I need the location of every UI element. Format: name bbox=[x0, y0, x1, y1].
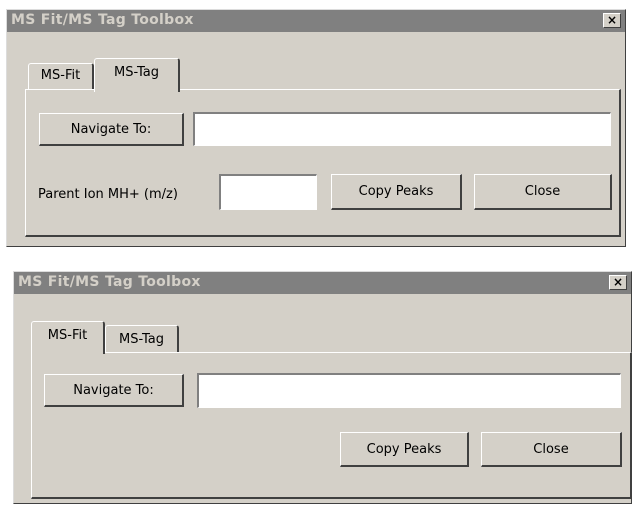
parent-ion-label: Parent Ion MH+ (m/z) bbox=[38, 187, 178, 202]
tab-ms-tag[interactable]: MS-Tag bbox=[94, 58, 180, 92]
close-window-button[interactable]: × bbox=[609, 275, 627, 290]
parent-ion-input[interactable] bbox=[219, 174, 317, 210]
tab-label: MS-Fit bbox=[47, 328, 88, 343]
title-bar[interactable]: MS Fit/MS Tag Toolbox × bbox=[7, 10, 625, 32]
tab-ms-fit[interactable]: MS-Fit bbox=[28, 63, 94, 89]
close-button[interactable]: Close bbox=[481, 432, 622, 467]
close-window-button[interactable]: × bbox=[603, 13, 621, 28]
tab-label: MS-Tag bbox=[119, 332, 164, 347]
navigate-to-button[interactable]: Navigate To: bbox=[39, 113, 184, 146]
toolbox-dialog-msfit: MS Fit/MS Tag Toolbox × MS-Fit MS-Tag Na… bbox=[13, 271, 632, 504]
navigate-url-input[interactable] bbox=[193, 112, 611, 146]
title-bar[interactable]: MS Fit/MS Tag Toolbox × bbox=[14, 272, 631, 294]
tab-label: MS-Tag bbox=[114, 65, 159, 80]
close-icon: × bbox=[612, 275, 624, 289]
button-label: Copy Peaks bbox=[358, 184, 434, 199]
navigate-url-input[interactable] bbox=[197, 373, 621, 408]
tab-ms-fit[interactable]: MS-Fit bbox=[31, 321, 105, 354]
close-button[interactable]: Close bbox=[474, 174, 612, 210]
tab-label: MS-Fit bbox=[40, 68, 81, 83]
window-title: MS Fit/MS Tag Toolbox bbox=[18, 274, 201, 290]
close-icon: × bbox=[606, 13, 618, 27]
navigate-to-button[interactable]: Navigate To: bbox=[44, 374, 184, 407]
copy-peaks-button[interactable]: Copy Peaks bbox=[340, 432, 469, 467]
tab-ms-tag[interactable]: MS-Tag bbox=[105, 325, 179, 354]
button-label: Close bbox=[524, 184, 561, 199]
button-label: Close bbox=[533, 442, 569, 457]
button-label: Navigate To: bbox=[70, 122, 152, 137]
button-label: Copy Peaks bbox=[366, 442, 442, 457]
button-label: Navigate To: bbox=[73, 383, 154, 398]
copy-peaks-button[interactable]: Copy Peaks bbox=[331, 174, 462, 210]
toolbox-dialog-mstag: MS Fit/MS Tag Toolbox × MS-Fit MS-Tag Na… bbox=[6, 9, 626, 247]
window-title: MS Fit/MS Tag Toolbox bbox=[11, 12, 194, 28]
